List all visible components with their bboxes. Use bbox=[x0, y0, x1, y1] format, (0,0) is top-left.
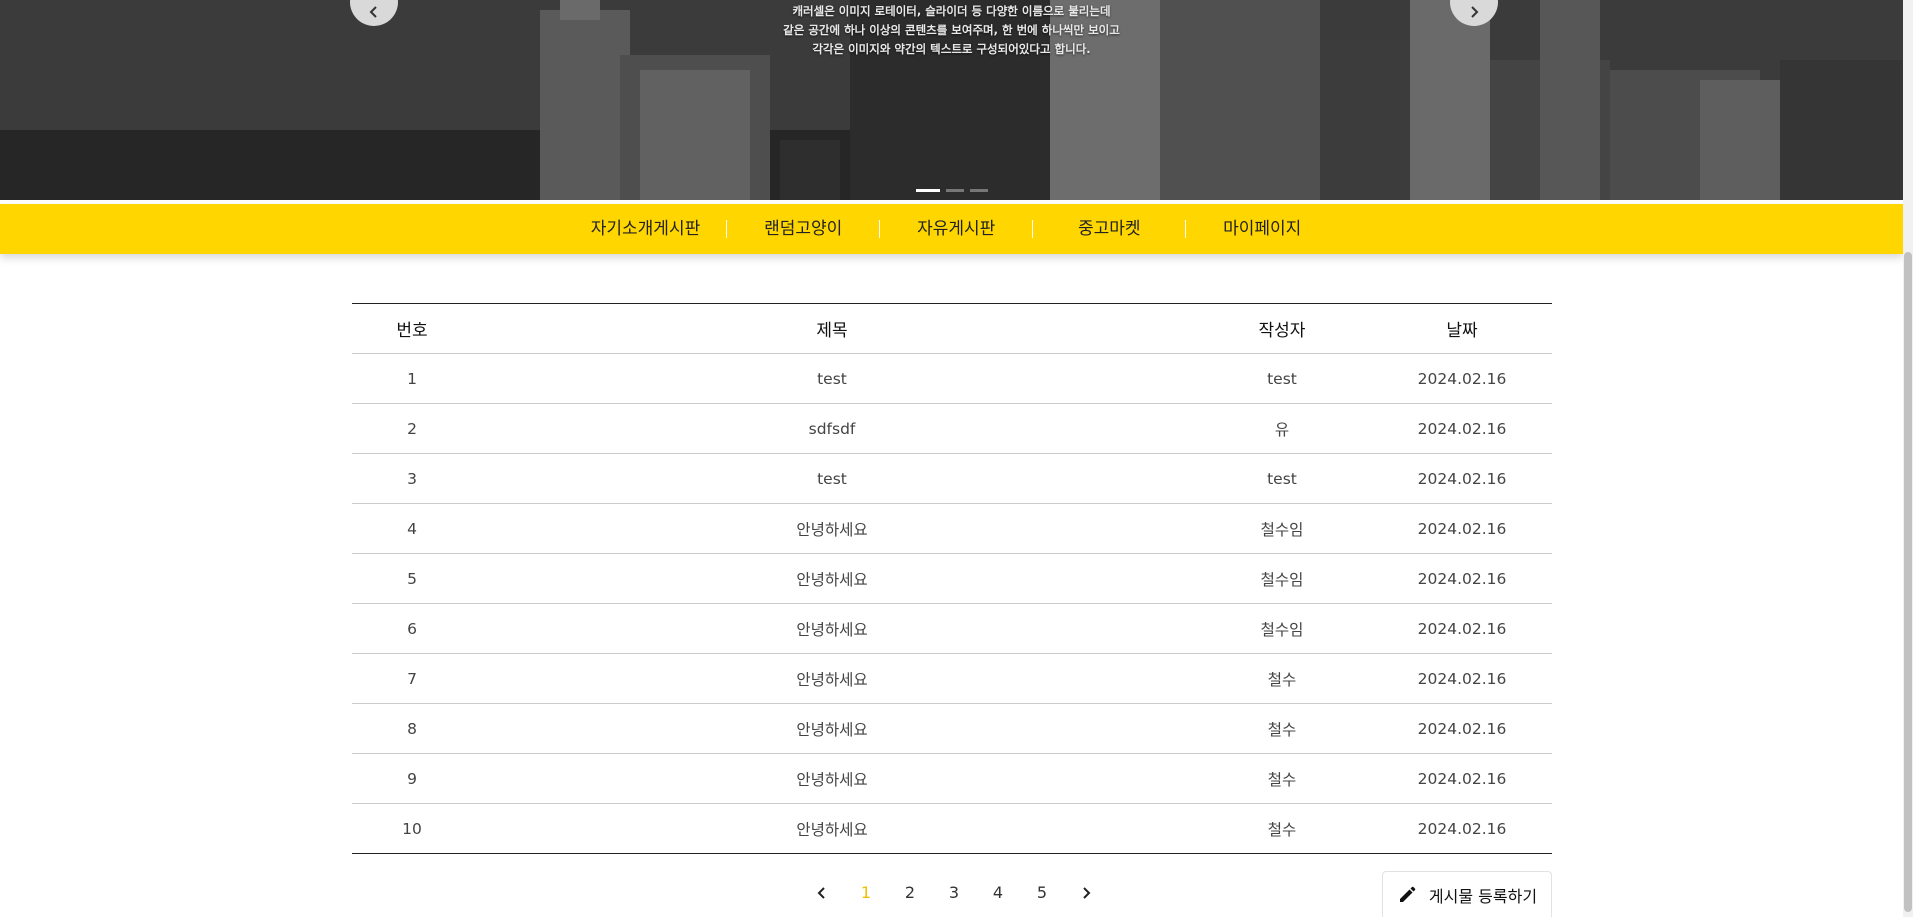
page-2-button[interactable]: 2 bbox=[888, 878, 932, 908]
table-row[interactable]: 8 안녕하세요 철수 2024.02.16 bbox=[352, 703, 1552, 754]
cell-author: 철수 bbox=[1192, 803, 1372, 854]
table-row[interactable]: 1 test test 2024.02.16 bbox=[352, 353, 1552, 404]
cell-number: 2 bbox=[352, 403, 472, 454]
cell-date: 2024.02.16 bbox=[1372, 553, 1552, 604]
cell-title[interactable]: 안녕하세요 bbox=[472, 603, 1192, 654]
cell-author: 철수 bbox=[1192, 653, 1372, 704]
cell-number: 4 bbox=[352, 503, 472, 554]
cell-date: 2024.02.16 bbox=[1372, 403, 1552, 454]
cell-title[interactable]: test bbox=[472, 353, 1192, 404]
header-title: 제목 bbox=[816, 321, 848, 341]
cell-date: 2024.02.16 bbox=[1372, 703, 1552, 754]
pencil-icon bbox=[1399, 886, 1416, 902]
hero-carousel: 캐러셀은 이미지 로테이터, 슬라이더 등 다양한 이름으로 불리는데 같은 공… bbox=[0, 0, 1903, 200]
chevron-left-icon bbox=[369, 6, 377, 18]
write-post-label: 게시물 등록하기 bbox=[1428, 886, 1538, 906]
page-5-button[interactable]: 5 bbox=[1020, 878, 1064, 908]
board-list: 번호 제목 작성자 날짜 1 test test 2024.02.16 2 sdfsdf 유… bbox=[352, 303, 1552, 854]
cell-author: 철수 bbox=[1192, 703, 1372, 754]
cell-author: test bbox=[1192, 453, 1372, 504]
cell-author: test bbox=[1192, 353, 1372, 404]
cell-author: 철수 bbox=[1192, 753, 1372, 804]
cell-title[interactable]: 안녕하세요 bbox=[472, 753, 1192, 804]
cell-date: 2024.02.16 bbox=[1372, 653, 1552, 704]
cell-title[interactable]: 안녕하세요 bbox=[472, 803, 1192, 854]
cell-author: 철수임 bbox=[1192, 553, 1372, 604]
table-row[interactable]: 4 안녕하세요 철수임 2024.02.16 bbox=[352, 503, 1552, 554]
table-row[interactable]: 6 안녕하세요 철수임 2024.02.16 bbox=[352, 603, 1552, 654]
nav-item-used-market[interactable]: 중고마켓 bbox=[1033, 204, 1185, 254]
cell-author: 철수임 bbox=[1192, 503, 1372, 554]
main-nav: 자기소개게시판 랜덤고양이 자유게시판 중고마켓 마이페이지 bbox=[0, 204, 1903, 254]
cell-title[interactable]: test bbox=[472, 453, 1192, 504]
cell-number: 8 bbox=[352, 703, 472, 754]
page-1-button[interactable]: 1 bbox=[844, 878, 888, 908]
nav-item-intro-board[interactable]: 자기소개게시판 bbox=[565, 204, 726, 254]
table-body: 1 test test 2024.02.16 2 sdfsdf 유 2024.02.16 3 te… bbox=[352, 353, 1552, 854]
cell-number: 5 bbox=[352, 553, 472, 604]
caption-line: 같은 공간에 하나 이상의 콘텐츠를 보여주며, 한 번에 하나씩만 보이고 bbox=[783, 23, 1120, 37]
chevron-right-icon bbox=[1083, 887, 1091, 899]
cell-number: 6 bbox=[352, 603, 472, 654]
table-header-row: 번호 제목 작성자 날짜 bbox=[352, 303, 1552, 354]
caption-line: 캐러셀은 이미지 로테이터, 슬라이더 등 다양한 이름으로 불리는데 bbox=[792, 4, 1111, 18]
cell-date: 2024.02.16 bbox=[1372, 803, 1552, 854]
cell-title[interactable]: sdfsdf bbox=[472, 403, 1192, 454]
caption-line: 각각은 이미지와 약간의 텍스트로 구성되어있다고 합니다. bbox=[812, 42, 1091, 56]
header-number: 번호 bbox=[396, 321, 428, 341]
cell-date: 2024.02.16 bbox=[1372, 603, 1552, 654]
chevron-left-icon bbox=[817, 887, 825, 899]
cell-date: 2024.02.16 bbox=[1372, 453, 1552, 504]
table-row[interactable]: 7 안녕하세요 철수 2024.02.16 bbox=[352, 653, 1552, 704]
prev-page-button[interactable] bbox=[800, 878, 844, 908]
cell-date: 2024.02.16 bbox=[1372, 753, 1552, 804]
page-4-button[interactable]: 4 bbox=[976, 878, 1020, 908]
cell-title[interactable]: 안녕하세요 bbox=[472, 703, 1192, 754]
cell-date: 2024.02.16 bbox=[1372, 503, 1552, 554]
nav-item-my-page[interactable]: 마이페이지 bbox=[1186, 204, 1338, 254]
cell-title[interactable]: 안녕하세요 bbox=[472, 653, 1192, 704]
cell-author: 유 bbox=[1192, 403, 1372, 454]
page-3-button[interactable]: 3 bbox=[932, 878, 976, 908]
write-post-button[interactable]: 게시물 등록하기 bbox=[1382, 871, 1552, 917]
cell-number: 9 bbox=[352, 753, 472, 804]
header-author: 작성자 bbox=[1258, 321, 1306, 341]
scrollbar-thumb[interactable] bbox=[1904, 252, 1912, 912]
cell-number: 3 bbox=[352, 453, 472, 504]
nav-item-free-board[interactable]: 자유게시판 bbox=[880, 204, 1032, 254]
table-row[interactable]: 3 test test 2024.02.16 bbox=[352, 453, 1552, 504]
carousel-caption: 캐러셀은 이미지 로테이터, 슬라이더 등 다양한 이름으로 불리는데 같은 공… bbox=[0, 2, 1903, 59]
cell-number: 1 bbox=[352, 353, 472, 404]
carousel-indicator-2[interactable] bbox=[946, 189, 964, 192]
nav-item-random-cat[interactable]: 랜덤고양이 bbox=[727, 204, 879, 254]
pagination: 1 2 3 4 5 bbox=[800, 878, 1108, 908]
cell-number: 7 bbox=[352, 653, 472, 704]
cell-title[interactable]: 안녕하세요 bbox=[472, 503, 1192, 554]
table-row[interactable]: 10 안녕하세요 철수 2024.02.16 bbox=[352, 803, 1552, 854]
cell-title[interactable]: 안녕하세요 bbox=[472, 553, 1192, 604]
table-row[interactable]: 5 안녕하세요 철수임 2024.02.16 bbox=[352, 553, 1552, 604]
table-row[interactable]: 2 sdfsdf 유 2024.02.16 bbox=[352, 403, 1552, 454]
cell-number: 10 bbox=[352, 803, 472, 854]
carousel-indicator-1[interactable] bbox=[916, 189, 940, 192]
cell-date: 2024.02.16 bbox=[1372, 353, 1552, 404]
cell-author: 철수임 bbox=[1192, 603, 1372, 654]
chevron-right-icon bbox=[1471, 6, 1479, 18]
carousel-indicators bbox=[916, 189, 988, 192]
table-row[interactable]: 9 안녕하세요 철수 2024.02.16 bbox=[352, 753, 1552, 804]
header-date: 날짜 bbox=[1446, 321, 1478, 341]
next-page-button[interactable] bbox=[1064, 878, 1108, 908]
board-table: 번호 제목 작성자 날짜 1 test test 2024.02.16 2 sdfsdf 유… bbox=[352, 303, 1552, 854]
carousel-indicator-3[interactable] bbox=[970, 189, 988, 192]
